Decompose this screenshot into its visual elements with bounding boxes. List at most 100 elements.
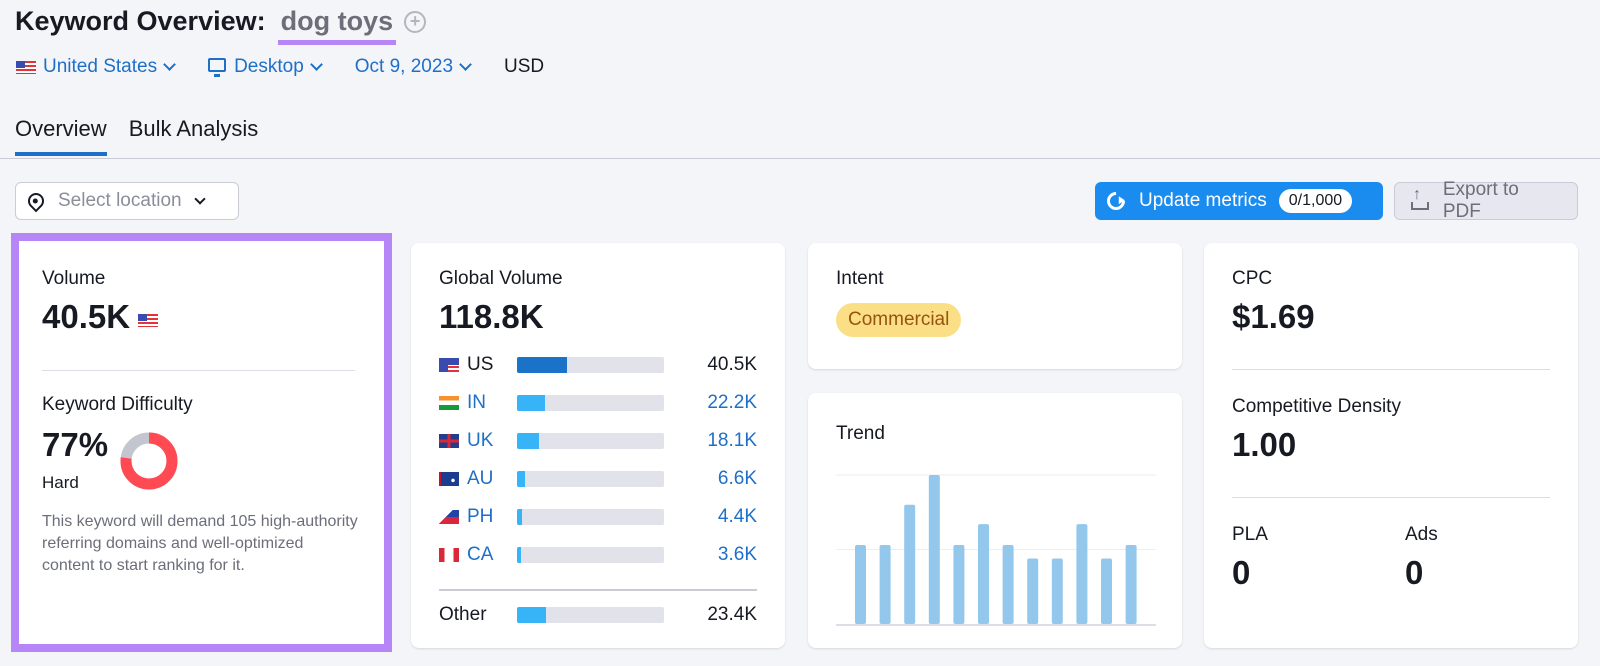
location-select[interactable]: Select location — [15, 182, 239, 220]
gv-country-code[interactable]: CA — [467, 544, 515, 566]
global-volume-card: Global Volume 118.8K US 40.5K IN 22.2K UK 18.… — [411, 243, 785, 648]
gv-bar-fill — [517, 433, 540, 449]
ads-label: Ads — [1405, 524, 1438, 545]
upload-icon — [1411, 186, 1429, 210]
trend-label: Trend — [836, 423, 885, 444]
date-dropdown[interactable]: Oct 9, 2023 — [354, 56, 472, 78]
trend-bar — [1125, 545, 1137, 624]
trend-bar — [1101, 558, 1112, 624]
gv-row-other: Other 23.4K — [439, 603, 757, 627]
kd-label: Keyword Difficulty — [42, 394, 193, 415]
filter-bar: United States Desktop Oct 9, 2023 USD — [16, 56, 544, 78]
country-dropdown[interactable]: United States — [16, 56, 176, 78]
intent-card: Intent Commercial — [808, 243, 1182, 369]
intent-badge: Commercial — [836, 303, 962, 337]
trend-bar — [904, 504, 916, 624]
location-pin-icon — [24, 189, 48, 213]
country-label: United States — [43, 56, 158, 77]
device-label: Desktop — [234, 56, 304, 77]
gv-country-code[interactable]: AU — [467, 468, 515, 490]
ca-flag-icon — [439, 548, 459, 562]
kd-value: 77% — [42, 426, 109, 463]
gv-bar — [517, 471, 664, 487]
trend-bar — [1027, 558, 1039, 624]
volume-label: Volume — [42, 268, 106, 289]
volume-value: 40.5K — [42, 298, 131, 335]
gv-country-code: US — [467, 354, 494, 375]
page-header: Keyword Overview: dog toys + — [15, 6, 427, 45]
ph-flag-icon — [439, 510, 459, 524]
cpc-label: CPC — [1232, 268, 1273, 289]
divider — [42, 370, 355, 371]
us-flag-icon — [16, 60, 36, 74]
gv-country-code[interactable]: PH — [467, 506, 515, 528]
gv-bar-fill — [517, 509, 523, 525]
gv-value[interactable]: 22.2K — [707, 392, 757, 414]
trend-bar — [1051, 558, 1063, 624]
trend-bar — [953, 545, 965, 624]
chevron-down-icon — [459, 57, 472, 71]
trend-bar — [1076, 524, 1088, 624]
gv-other-value: 23.4K — [707, 604, 757, 625]
trend-bar — [879, 545, 891, 624]
divider — [439, 589, 757, 591]
divider — [1232, 369, 1550, 370]
gv-bar — [517, 433, 664, 449]
gv-bar — [517, 357, 664, 373]
kd-description: This keyword will demand 105 high-author… — [42, 513, 358, 574]
gv-row-in: IN 22.2K — [439, 391, 757, 415]
gv-bar — [517, 547, 664, 563]
export-pdf-button[interactable]: Export to PDF — [1394, 179, 1578, 222]
trend-bar — [978, 524, 989, 624]
trend-bar — [855, 545, 866, 624]
update-counter-badge: 0/1,000 — [1278, 189, 1353, 213]
us-flag-icon — [138, 313, 159, 327]
desktop-icon — [208, 58, 227, 77]
trend-card: Trend — [808, 393, 1182, 648]
divider — [1232, 497, 1550, 498]
gv-row-ph: PH 4.4K — [439, 505, 757, 529]
global-volume-label: Global Volume — [439, 268, 563, 289]
tab-divider — [0, 158, 1600, 159]
device-dropdown[interactable]: Desktop — [208, 56, 323, 78]
us-flag-icon — [439, 358, 459, 372]
uk-flag-icon — [439, 434, 459, 448]
ads-value: 0 — [1405, 554, 1424, 591]
gv-value[interactable]: 4.4K — [718, 506, 757, 528]
au-flag-icon — [439, 472, 459, 486]
gv-value[interactable]: 6.6K — [718, 468, 757, 490]
gv-other-label: Other — [439, 604, 487, 625]
update-metrics-button[interactable]: Update metrics 0/1,000 — [1095, 182, 1383, 220]
pla-value: 0 — [1232, 554, 1251, 591]
location-placeholder: Select location — [58, 190, 182, 211]
gv-bar-fill — [517, 357, 567, 373]
chevron-down-icon — [193, 192, 206, 205]
cd-label: Competitive Density — [1232, 396, 1401, 417]
cd-value: 1.00 — [1232, 426, 1297, 463]
volume-card: Volume 40.5K Keyword Difficulty 77% Hard… — [19, 241, 384, 644]
refresh-icon — [1103, 188, 1129, 214]
gv-value[interactable]: 3.6K — [718, 544, 757, 566]
date-label: Oct 9, 2023 — [354, 56, 454, 77]
keyword-text: dog toys — [277, 6, 397, 45]
tab-bulk-analysis[interactable]: Bulk Analysis — [129, 112, 259, 156]
in-flag-icon — [439, 396, 459, 410]
gv-row-us: US 40.5K — [439, 353, 757, 377]
global-volume-value: 118.8K — [439, 298, 544, 335]
gv-value: 40.5K — [707, 354, 757, 375]
chevron-down-icon — [309, 57, 323, 71]
tab-overview[interactable]: Overview — [15, 112, 107, 156]
kd-donut-chart — [120, 432, 178, 490]
gv-bar — [517, 509, 664, 525]
gv-row-au: AU 6.6K — [439, 467, 757, 491]
plus-circle-icon[interactable]: + — [404, 10, 427, 33]
gv-value[interactable]: 18.1K — [707, 430, 757, 452]
gv-bar-fill — [517, 395, 545, 411]
trend-bar — [928, 475, 940, 624]
intent-label: Intent — [836, 268, 884, 289]
gv-country-code[interactable]: IN — [467, 392, 515, 414]
gv-bar — [517, 395, 664, 411]
kd-level: Hard — [42, 473, 79, 492]
gv-country-code[interactable]: UK — [467, 430, 515, 452]
tab-bar: Overview Bulk Analysis — [15, 112, 280, 156]
